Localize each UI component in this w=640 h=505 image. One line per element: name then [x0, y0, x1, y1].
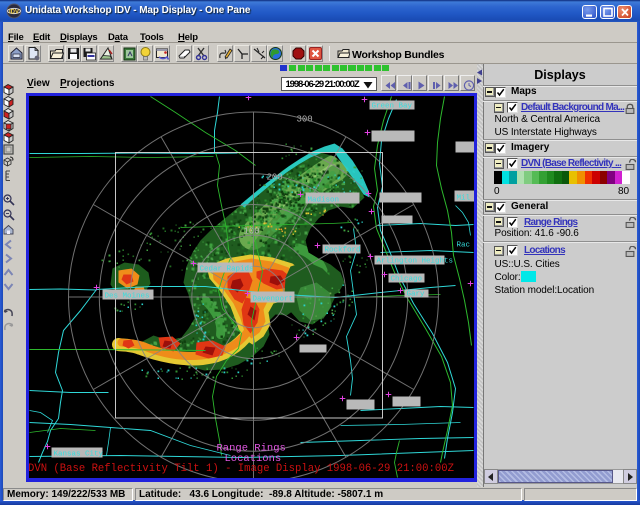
svg-text:DVN (Base Reflectivity Tilt 1): DVN (Base Reflectivity Tilt 1) - Image D…: [29, 463, 454, 475]
svg-text:Rac: Rac: [456, 241, 470, 249]
svg-text:Madison: Madison: [307, 196, 339, 204]
svg-text:Cedar Rapids: Cedar Rapids: [199, 265, 253, 273]
svg-text:Gary: Gary: [406, 290, 425, 298]
svg-text:Davenport: Davenport: [252, 295, 293, 303]
svg-text:Green Bay: Green Bay: [371, 102, 412, 110]
svg-text:Mil: Mil: [456, 194, 470, 202]
svg-text:200: 200: [266, 172, 282, 182]
svg-text:IDV: IDV: [9, 10, 19, 16]
svg-text:Des Moines: Des Moines: [104, 292, 149, 300]
svg-text:Kansas City: Kansas City: [53, 450, 103, 458]
svg-text:Arlington Heights: Arlington Heights: [376, 257, 453, 265]
svg-text:Rockford: Rockford: [324, 246, 360, 254]
svg-text:Chicago: Chicago: [390, 275, 422, 283]
